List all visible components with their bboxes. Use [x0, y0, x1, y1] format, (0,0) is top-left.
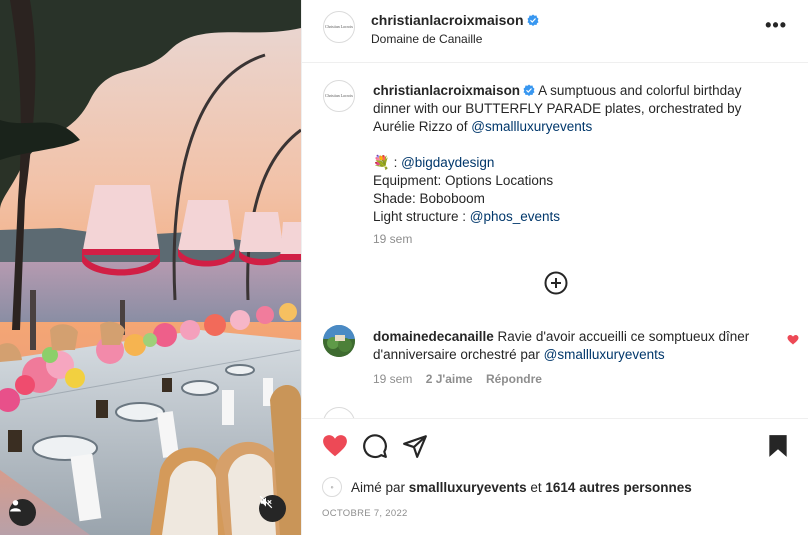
more-horizontal-icon: ••• — [765, 15, 787, 35]
next-comment-avatar — [323, 407, 355, 418]
more-options-button[interactable]: ••• — [765, 16, 787, 34]
media-photo — [0, 0, 301, 535]
caption-equipment-line: Equipment: Options Locations — [373, 173, 554, 188]
comment-reply-button[interactable]: Répondre — [486, 372, 542, 386]
comment-item: domainedecanaille Ravie d'avoir accueill… — [373, 328, 778, 364]
post-actions: ◍ Aimé par smallluxuryevents et 1614 aut… — [302, 418, 808, 535]
verified-badge-icon — [527, 14, 539, 26]
caption-shade-line: Shade: Boboboom — [373, 191, 485, 206]
caption-light-label: Light structure : — [373, 209, 470, 224]
liked-by-middle: et — [530, 479, 542, 495]
commenter-avatar[interactable] — [323, 325, 355, 357]
author-username[interactable]: christianlacroixmaison — [371, 12, 524, 28]
heart-filled-icon[interactable] — [322, 433, 348, 459]
speaker-muted-icon — [259, 495, 273, 509]
caption-timestamp[interactable]: 19 sem — [373, 232, 412, 246]
comment-like-heart-icon[interactable] — [787, 334, 799, 346]
avatar-logo-text: Christian Lacroix — [324, 24, 354, 29]
bookmark-filled-icon[interactable] — [765, 433, 791, 459]
comment-timestamp[interactable]: 19 sem — [373, 372, 412, 386]
commenter-avatar-image — [323, 325, 355, 357]
user-icon — [10, 500, 21, 512]
liked-by-user[interactable]: smallluxuryevents — [409, 480, 527, 495]
plus-circle-icon[interactable] — [544, 271, 568, 295]
liked-by-row: ◍ Aimé par smallluxuryevents et 1614 aut… — [322, 476, 692, 498]
comment-username[interactable]: domainedecanaille — [373, 329, 494, 344]
mention-link[interactable]: @smallluxuryevents — [544, 347, 665, 362]
post-date[interactable]: OCTOBRE 7, 2022 — [322, 508, 408, 519]
post-panel: Christian Lacroix christianlacroixmaison… — [301, 0, 808, 535]
liked-by-count[interactable]: 1614 autres personnes — [545, 480, 691, 495]
comment-meta: 19 sem 2 J'aime Répondre — [373, 372, 552, 386]
caption-author-avatar[interactable]: Christian Lacroix — [323, 80, 355, 112]
mute-button[interactable] — [259, 495, 286, 522]
comments-section: Christian Lacroix christianlacroixmaison… — [302, 63, 808, 418]
comment-like-count[interactable]: 2 J'aime — [426, 372, 473, 386]
comment-icon[interactable] — [362, 433, 388, 459]
mention-link[interactable]: @smallluxuryevents — [471, 119, 592, 134]
post-header: Christian Lacroix christianlacroixmaison… — [302, 0, 808, 63]
mention-link[interactable]: @bigdaydesign — [401, 155, 494, 170]
avatar-logo-text: Christian Lacroix — [324, 93, 354, 98]
verified-badge-icon — [523, 84, 535, 96]
author-avatar[interactable]: Christian Lacroix — [323, 11, 355, 43]
mention-link[interactable]: @phos_events — [470, 209, 560, 224]
post-media[interactable] — [0, 0, 301, 535]
bouquet-emoji: 💐 — [373, 155, 390, 170]
author-username-row: christianlacroixmaison — [371, 12, 539, 28]
caption-separator: : — [389, 155, 402, 170]
caption-username[interactable]: christianlacroixmaison — [373, 83, 520, 98]
post-caption: christianlacroixmaison A sumptuous and c… — [373, 82, 773, 226]
user-tag-button[interactable] — [9, 499, 36, 526]
post-location[interactable]: Domaine de Canaille — [371, 32, 482, 46]
send-icon[interactable] — [402, 433, 428, 459]
liked-by-prefix: Aimé par — [351, 479, 406, 495]
liker-avatar[interactable]: ◍ — [322, 477, 342, 497]
